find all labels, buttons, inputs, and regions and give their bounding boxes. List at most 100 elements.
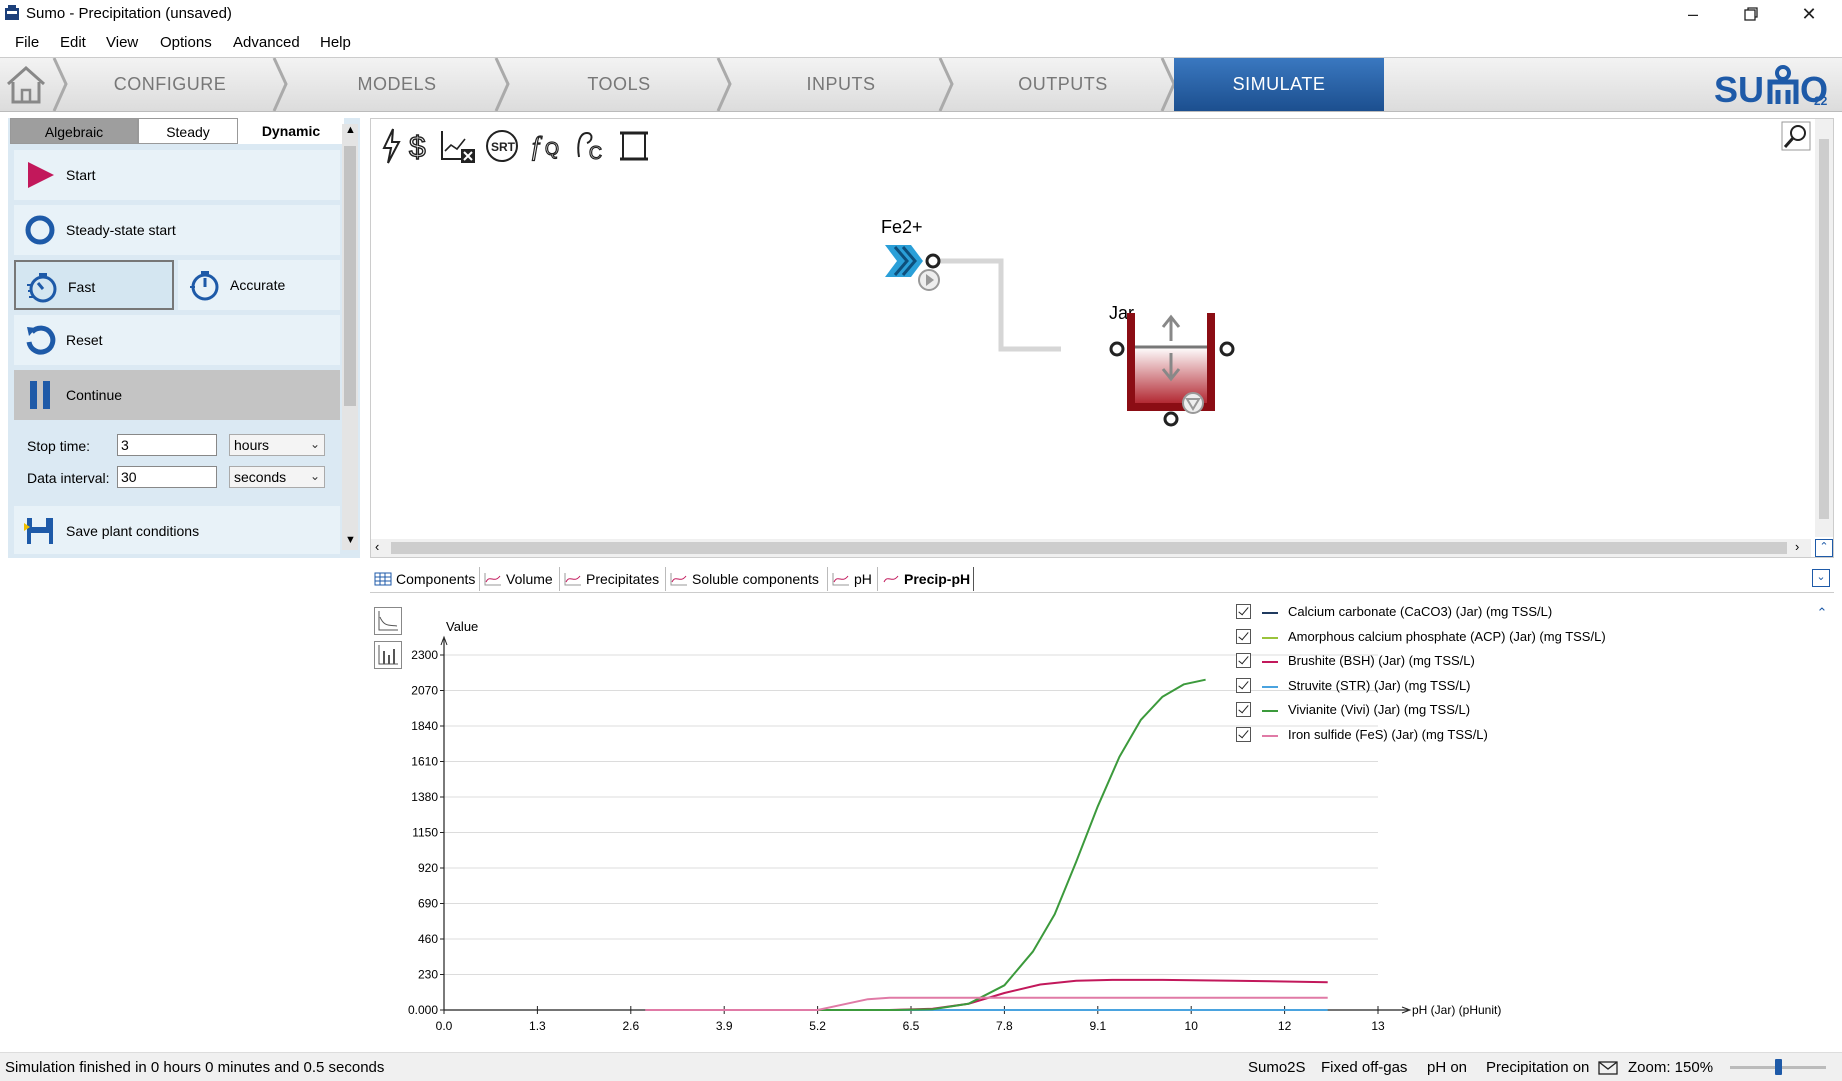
dollar-icon[interactable]: $ (407, 127, 431, 165)
legend-checkbox[interactable] (1236, 628, 1251, 644)
legend-checkbox[interactable] (1236, 604, 1251, 619)
tab-tools[interactable]: TOOLS (514, 58, 724, 111)
legend-item[interactable]: Brushite (BSH) (Jar) (mg TSS/L) (1236, 652, 1716, 672)
plot-icon (484, 573, 501, 586)
tab-soluble-components[interactable]: Soluble components (666, 567, 828, 591)
continue-label: Continue (66, 387, 123, 403)
legend-checkbox[interactable] (1236, 653, 1251, 668)
reset-label: Reset (66, 332, 103, 348)
tab-components[interactable]: Components (370, 567, 480, 591)
tab-inputs[interactable]: INPUTS (736, 58, 946, 111)
collapse-legend-icon[interactable]: ⌃ (1814, 605, 1830, 621)
data-interval-unit-select[interactable]: seconds ⌄ (229, 466, 325, 488)
zoom-slider[interactable] (1730, 1059, 1826, 1075)
legend-checkbox[interactable] (1236, 726, 1251, 742)
h-scrollbar-thumb[interactable] (391, 542, 1787, 554)
accurate-button[interactable]: Accurate (178, 260, 340, 310)
menu-view[interactable]: View (106, 34, 138, 51)
status-message: Simulation finished in 0 hours 0 minutes… (5, 1059, 385, 1076)
menu-advanced[interactable]: Advanced (233, 34, 300, 51)
legend-checkbox[interactable] (1236, 677, 1251, 693)
fast-button[interactable]: Fast (14, 260, 174, 310)
menu-file[interactable]: File (15, 34, 39, 51)
legend-item[interactable]: Amorphous calcium phosphate (ACP) (Jar) … (1236, 628, 1716, 648)
tab-models[interactable]: MODELS (292, 58, 502, 111)
flowsheet-canvas[interactable]: $ SRT fQ C Fe2+ Jar ‹ › ⌃ (370, 118, 1834, 558)
tab-precip-ph-label: Precip-pH (904, 571, 971, 587)
legend-label: Vivianite (Vivi) (Jar) (mg TSS/L) (1288, 702, 1471, 717)
start-button[interactable]: Start (14, 150, 340, 200)
save-plant-conditions-button[interactable]: Save plant conditions (14, 506, 340, 554)
plot-icon (670, 573, 687, 586)
stopwatch-accurate-icon (190, 271, 219, 301)
restore-icon[interactable] (1722, 0, 1780, 28)
reactor-jar-icon[interactable] (1109, 313, 1235, 427)
mode-tab-algebraic[interactable]: Algebraic (10, 118, 138, 144)
legend-item[interactable]: Vivianite (Vivi) (Jar) (mg TSS/L) (1236, 701, 1716, 721)
zoom-search-icon[interactable] (1781, 121, 1811, 151)
legend-swatch (1262, 661, 1278, 663)
y-tick-label: 2070 (411, 684, 438, 698)
legend-item[interactable]: Struvite (STR) (Jar) (mg TSS/L) (1236, 677, 1716, 697)
tab-configure[interactable]: CONFIGURE (70, 58, 270, 111)
influent-icon[interactable] (885, 245, 941, 291)
y-tick-label: 1610 (411, 755, 438, 769)
mode-tab-dynamic[interactable]: Dynamic (238, 118, 344, 144)
nav-separator-icon (52, 58, 68, 111)
plot-icon (564, 573, 581, 586)
status-model: Sumo2S (1248, 1059, 1306, 1076)
nav-separator-icon (494, 58, 510, 111)
series-line-4 (645, 678, 1206, 1011)
menu-help[interactable]: Help (320, 34, 351, 51)
lightning-icon[interactable] (379, 127, 403, 165)
menu-edit[interactable]: Edit (60, 34, 86, 51)
stop-time-label: Stop time: (27, 438, 91, 454)
scroll-right-icon[interactable]: › (1795, 539, 1799, 554)
canvas-h-scrollbar[interactable]: ‹ › (371, 539, 1811, 557)
status-precipitation: Precipitation on (1486, 1059, 1590, 1076)
close-icon[interactable]: ✕ (1780, 0, 1838, 28)
plot-icon (883, 575, 899, 583)
scroll-icon[interactable] (617, 127, 651, 165)
scroll-left-icon[interactable]: ‹ (375, 539, 379, 554)
minimize-icon[interactable]: – (1664, 0, 1722, 28)
tab-outputs[interactable]: OUTPUTS (958, 58, 1168, 111)
menu-options[interactable]: Options (160, 34, 212, 51)
tab-precip-ph[interactable]: Precip-pH (878, 567, 974, 591)
tab-ph[interactable]: pH (828, 567, 878, 591)
tab-precipitates[interactable]: Precipitates (560, 567, 666, 591)
tab-simulate[interactable]: SIMULATE (1174, 58, 1384, 111)
v-scrollbar-thumb[interactable] (1819, 139, 1829, 519)
scrollbar-thumb[interactable] (344, 146, 356, 406)
mode-tab-steady[interactable]: Steady (138, 118, 238, 144)
stop-time-unit-select[interactable]: hours ⌄ (229, 434, 325, 456)
data-interval-input[interactable]: 30 (117, 466, 217, 488)
tab-volume[interactable]: Volume (480, 567, 560, 591)
chart-export-icon[interactable] (439, 127, 477, 165)
collapse-up-icon[interactable]: ⌃ (1815, 539, 1833, 557)
legend-item[interactable]: Calcium carbonate (CaCO3) (Jar) (mg TSS/… (1236, 603, 1716, 623)
mail-icon[interactable] (1598, 1061, 1618, 1075)
pipe (931, 258, 1061, 352)
scroll-up-icon[interactable]: ▲ (345, 124, 356, 136)
tab-precipitates-label: Precipitates (586, 571, 660, 587)
zoom-slider-thumb[interactable] (1775, 1059, 1782, 1075)
home-icon[interactable] (2, 60, 50, 108)
steady-state-start-button[interactable]: Steady-state start (14, 205, 340, 255)
y-tick-label: 1840 (411, 719, 438, 733)
bottom-left-panel (8, 566, 360, 1046)
panel-scrollbar[interactable]: ▲ ▼ (342, 124, 358, 550)
accurate-label: Accurate (230, 277, 286, 293)
canvas-v-scrollbar[interactable] (1815, 119, 1833, 537)
scroll-down-icon[interactable]: ▼ (345, 534, 356, 546)
continue-button[interactable]: Continue (14, 370, 340, 420)
play-icon (28, 162, 54, 188)
reset-button[interactable]: Reset (14, 315, 340, 365)
coefficient-icon[interactable]: C (573, 127, 607, 165)
stop-time-input[interactable]: 3 (117, 434, 217, 456)
function-q-icon[interactable]: fQ (531, 127, 565, 165)
legend-checkbox[interactable] (1236, 702, 1251, 717)
collapse-down-icon[interactable]: ⌄ (1812, 569, 1830, 587)
legend-item[interactable]: Iron sulfide (FeS) (Jar) (mg TSS/L) (1236, 726, 1716, 746)
srt-icon[interactable]: SRT (485, 127, 519, 165)
